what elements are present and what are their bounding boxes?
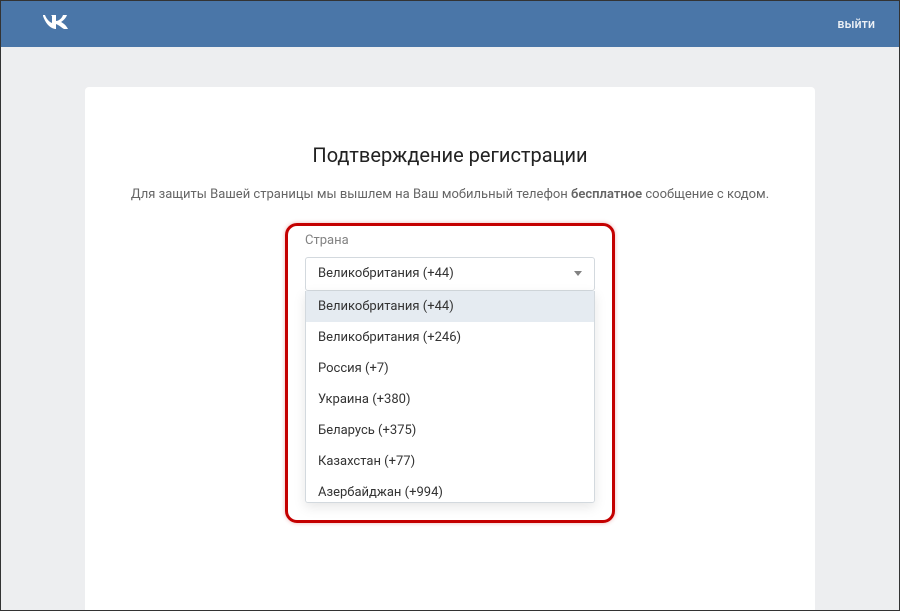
viewport: выйти Подтверждение регистрации Для защи… <box>1 1 899 610</box>
country-option[interactable]: Казахстан (+77) <box>306 446 594 477</box>
country-select[interactable]: Великобритания (+44) Великобритания (+44… <box>305 257 595 291</box>
country-option[interactable]: Великобритания (+246) <box>306 322 594 353</box>
vk-logo[interactable] <box>41 12 71 37</box>
registration-card: Подтверждение регистрации Для защиты Ваш… <box>85 87 815 610</box>
subtitle-suffix: сообщение с кодом. <box>642 187 769 202</box>
header: выйти <box>1 1 899 47</box>
logout-link[interactable]: выйти <box>837 17 875 32</box>
page-title: Подтверждение регистрации <box>115 143 785 167</box>
country-option[interactable]: Азербайджан (+994) <box>306 477 594 503</box>
chevron-down-icon <box>574 271 584 277</box>
country-option[interactable]: Великобритания (+44) <box>306 291 594 322</box>
subtitle-prefix: Для защиты Вашей страницы мы вышлем на В… <box>131 187 571 202</box>
vk-logo-icon <box>41 12 71 37</box>
country-option[interactable]: Россия (+7) <box>306 353 594 384</box>
form-area: Страна Великобритания (+44) Великобритан… <box>305 233 595 291</box>
country-option[interactable]: Украина (+380) <box>306 384 594 415</box>
country-dropdown[interactable]: Великобритания (+44) Великобритания (+24… <box>305 291 595 503</box>
country-label: Страна <box>305 233 595 248</box>
country-option[interactable]: Беларусь (+375) <box>306 415 594 446</box>
subtitle-bold: бесплатное <box>571 187 642 202</box>
page-background: Подтверждение регистрации Для защиты Ваш… <box>1 47 899 610</box>
page-subtitle: Для защиты Вашей страницы мы вышлем на В… <box>115 185 785 205</box>
country-select-display[interactable]: Великобритания (+44) <box>305 257 595 291</box>
selected-country-text: Великобритания (+44) <box>318 266 454 281</box>
